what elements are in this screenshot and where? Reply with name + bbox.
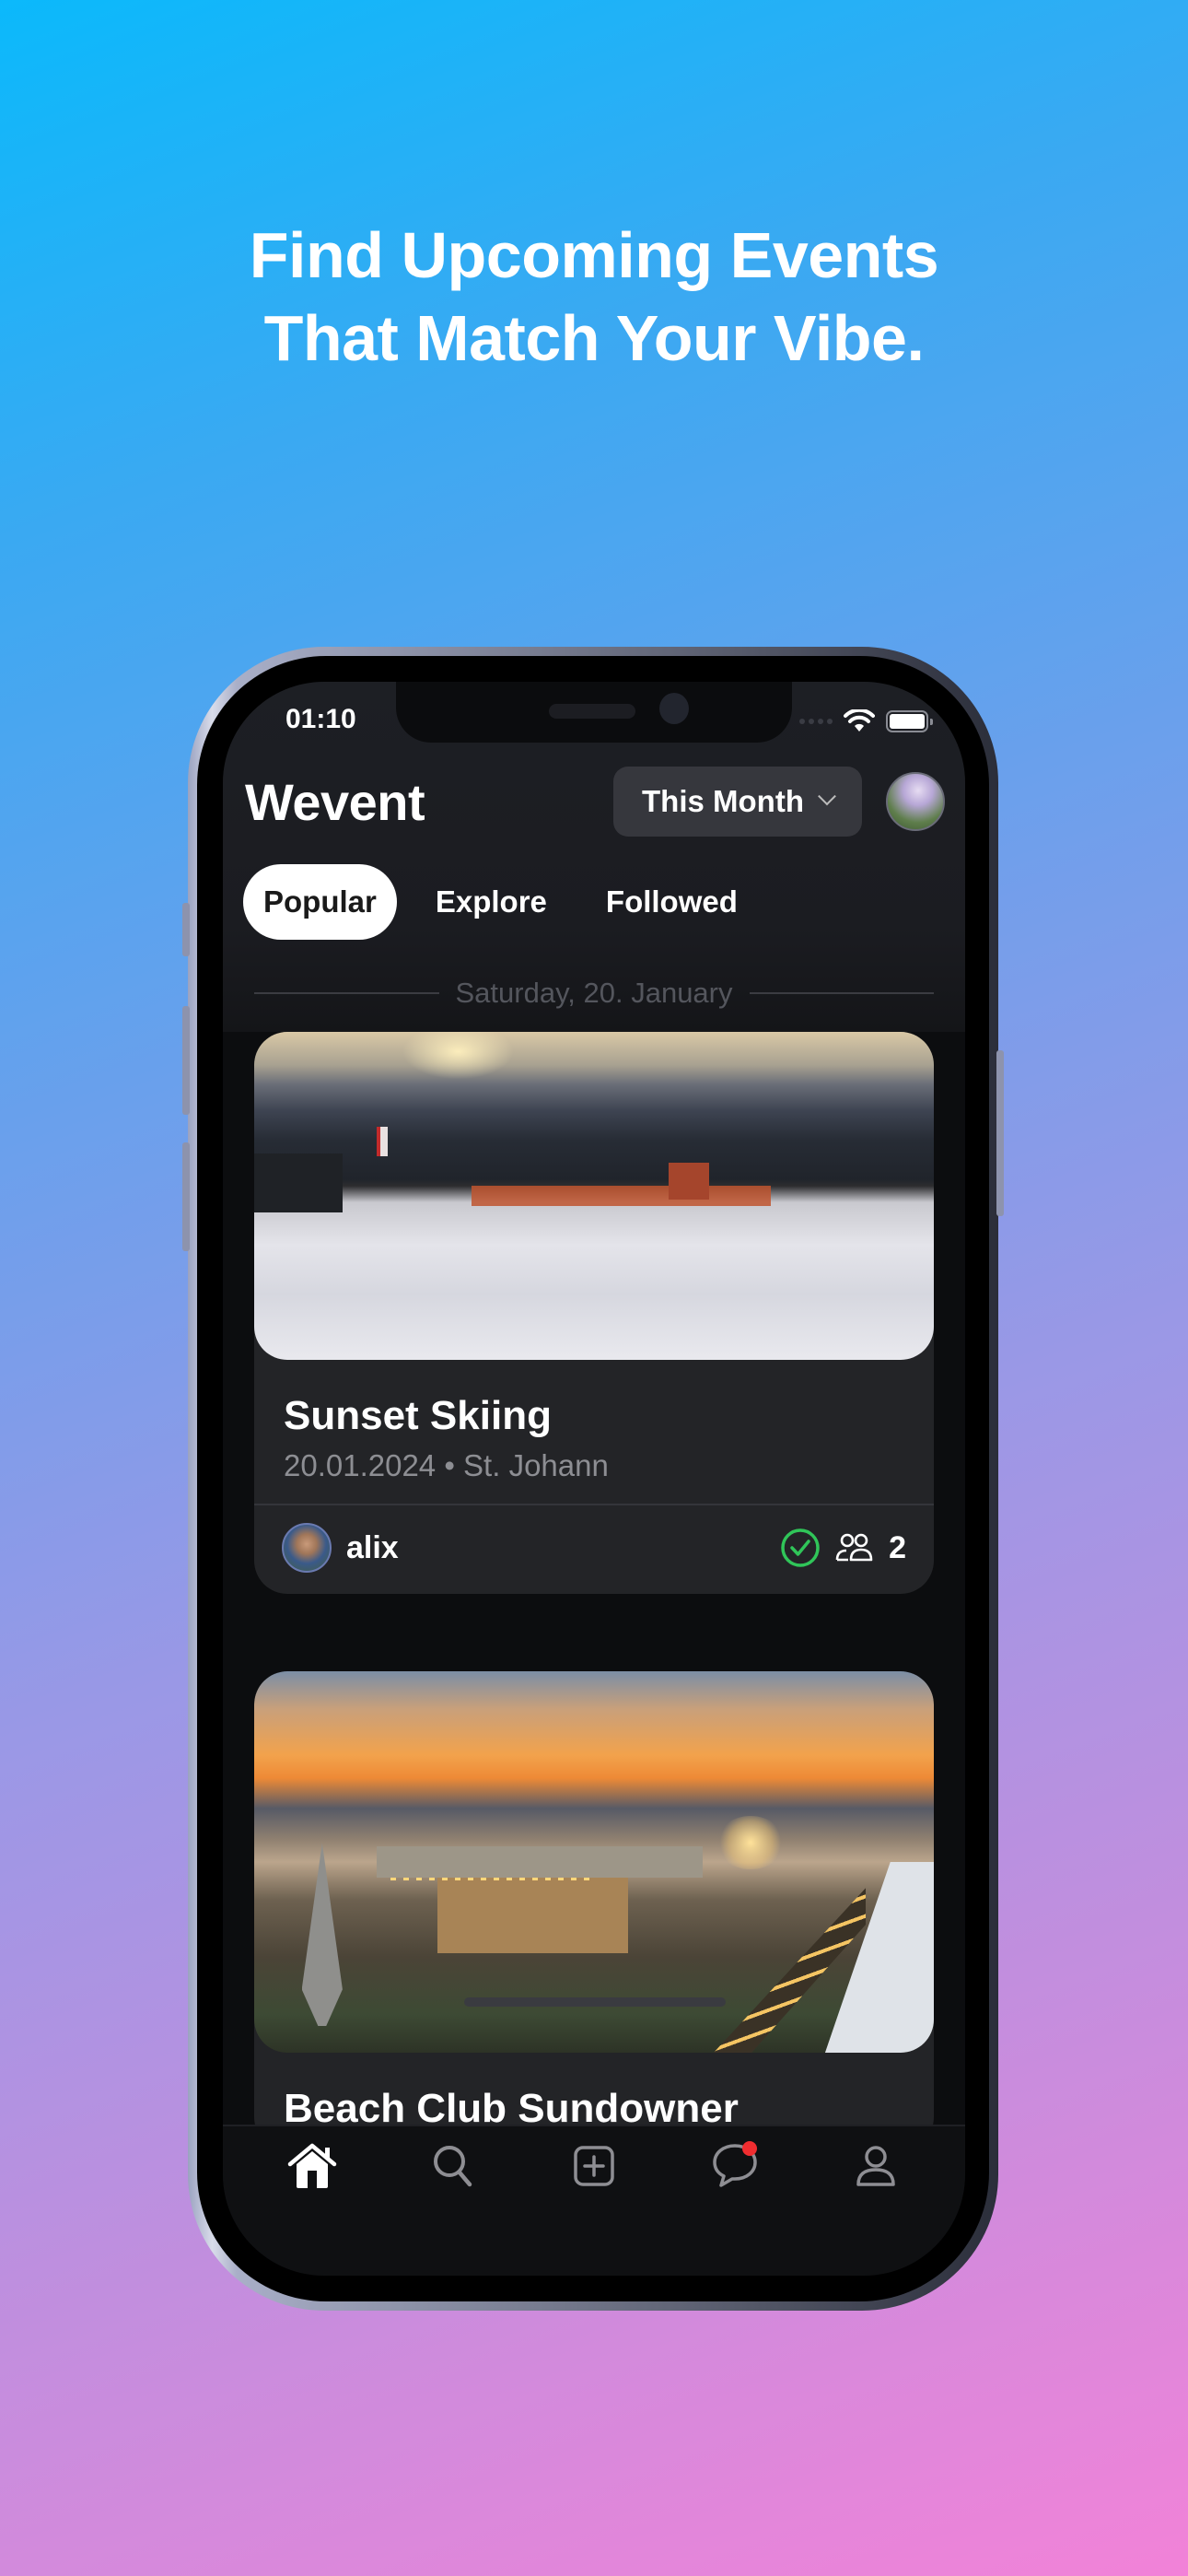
mute-switch <box>182 903 190 956</box>
front-camera <box>659 693 689 724</box>
wifi-icon <box>844 709 875 732</box>
event-title: Sunset Skiing <box>284 1393 552 1438</box>
host-name[interactable]: alix <box>346 1530 399 1566</box>
battery-icon <box>886 710 933 732</box>
chevron-down-icon <box>818 787 836 806</box>
period-select-value: This Month <box>642 784 804 818</box>
attendees-icon <box>835 1533 873 1562</box>
date-header: Saturday, 20. January <box>455 977 733 1009</box>
card-divider <box>254 1504 934 1505</box>
tab-explore[interactable]: Explore <box>415 864 567 940</box>
volume-up-button <box>182 1006 190 1115</box>
person-icon <box>856 2146 896 2186</box>
tab-followed[interactable]: Followed <box>586 864 758 940</box>
period-select[interactable]: This Month <box>613 767 862 837</box>
tab-search[interactable] <box>416 2136 490 2196</box>
home-indicator[interactable] <box>464 1997 726 2007</box>
search-icon <box>433 2146 472 2187</box>
check-circle-icon[interactable] <box>780 1528 821 1568</box>
tab-popular[interactable]: Popular <box>243 864 397 940</box>
beach-club-sunset-photo <box>254 1671 934 2053</box>
status-icons <box>799 709 933 733</box>
marketing-headline: Find Upcoming Events That Match Your Vib… <box>0 214 1188 380</box>
app-title: Wevent <box>245 773 425 831</box>
attendance-info: 2 <box>780 1528 906 1568</box>
feed-tabs: Popular Explore Followed <box>243 864 776 940</box>
tab-profile[interactable] <box>839 2136 913 2196</box>
volume-down-button <box>182 1142 190 1251</box>
tab-create[interactable] <box>557 2136 631 2196</box>
divider-line <box>254 992 439 994</box>
home-icon <box>287 2143 336 2188</box>
attendee-count: 2 <box>889 1529 906 1565</box>
bottom-tab-bar <box>223 2125 965 2276</box>
power-button <box>996 1050 1004 1216</box>
headline-line-1: Find Upcoming Events <box>249 219 939 291</box>
app-screen: 01:10 Wevent This Month Popular Explore … <box>223 682 965 2276</box>
divider-line <box>749 992 934 994</box>
event-image <box>254 1671 934 2053</box>
tab-home[interactable] <box>275 2136 349 2196</box>
profile-avatar[interactable] <box>886 772 945 831</box>
host-avatar[interactable] <box>282 1523 332 1573</box>
status-time: 01:10 <box>285 704 356 734</box>
add-square-icon <box>574 2146 614 2186</box>
event-date-location: 20.01.2024 • St. Johann <box>284 1448 609 1482</box>
signal-icon <box>799 719 833 724</box>
event-card[interactable]: Beach Club Sundowner <box>254 1671 934 2150</box>
event-image <box>254 1032 934 1360</box>
event-card[interactable]: Sunset Skiing 20.01.2024 • St. Johann al… <box>254 1032 934 1594</box>
headline-line-2: That Match Your Vibe. <box>263 302 925 374</box>
event-footer: alix 2 <box>282 1520 906 1575</box>
event-info: Sunset Skiing 20.01.2024 • St. Johann <box>284 1393 609 1483</box>
tab-messages[interactable] <box>698 2136 772 2196</box>
date-divider: Saturday, 20. January <box>254 975 934 1012</box>
earpiece-speaker <box>549 704 635 719</box>
ski-slope-sunset-photo <box>254 1032 934 1360</box>
